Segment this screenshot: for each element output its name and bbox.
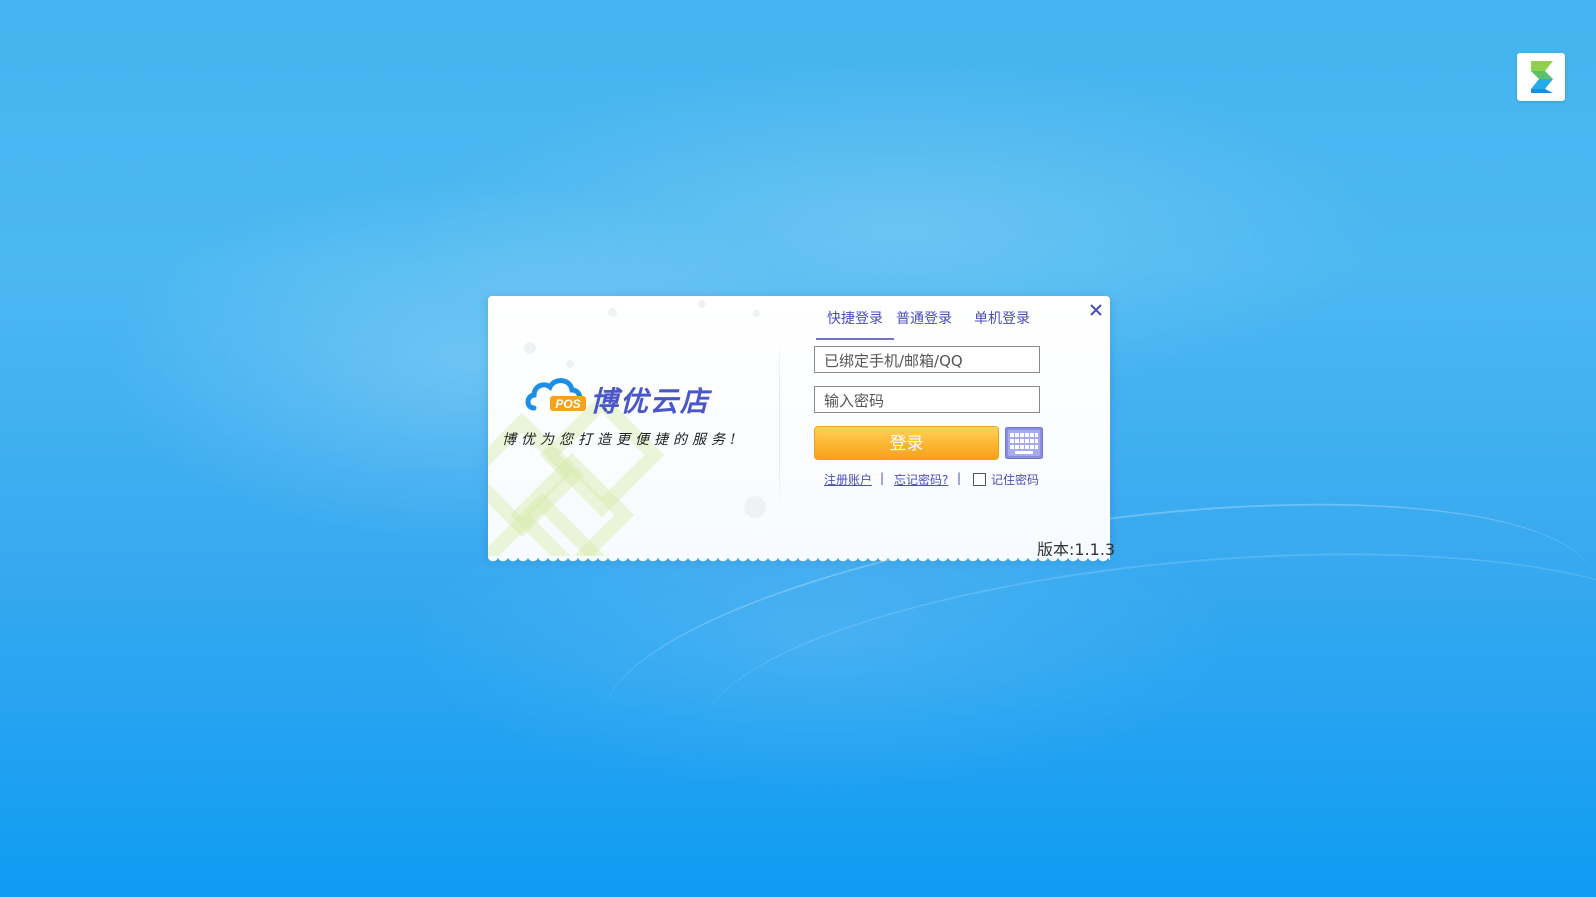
link-separator: |: [880, 471, 885, 485]
brand-slogan: 博优为您打造更便捷的服务!: [502, 432, 741, 448]
remember-password-checkbox[interactable]: [973, 473, 986, 486]
decor-dot: [698, 300, 706, 308]
login-button[interactable]: 登录: [814, 426, 999, 460]
forgot-password-link[interactable]: 忘记密码?: [894, 471, 948, 488]
close-icon[interactable]: [1086, 300, 1106, 320]
decor-dot: [524, 342, 536, 354]
app-logo-icon[interactable]: [1517, 53, 1565, 101]
decor-dot: [608, 308, 617, 317]
decor-dot: [744, 496, 766, 518]
decor-dot: [753, 310, 760, 317]
tab-normal-login[interactable]: 普通登录: [896, 308, 952, 338]
decor-dot: [566, 360, 574, 368]
tab-quick-login[interactable]: 快捷登录: [816, 308, 894, 340]
account-input[interactable]: [814, 346, 1040, 373]
background-swoosh: [690, 516, 1596, 866]
password-input[interactable]: [814, 386, 1040, 413]
virtual-keyboard-icon[interactable]: [1005, 427, 1043, 459]
register-link[interactable]: 注册账户: [824, 471, 872, 488]
remember-password-label[interactable]: 记住密码: [991, 471, 1039, 488]
brand-name: 博优云店: [590, 385, 711, 418]
link-separator: |: [957, 471, 962, 485]
logo-text: POS: [555, 397, 580, 411]
tab-offline-login[interactable]: 单机登录: [974, 308, 1030, 338]
dialog-scalloped-edge: [488, 556, 1110, 564]
cloud-pos-logo-icon: POS: [525, 378, 586, 411]
login-dialog: POS 博优云店 博优为您打造更便捷的服务! 快捷登录 普通登录 单机登录 登录: [488, 296, 1115, 564]
panel-divider: [779, 336, 780, 511]
